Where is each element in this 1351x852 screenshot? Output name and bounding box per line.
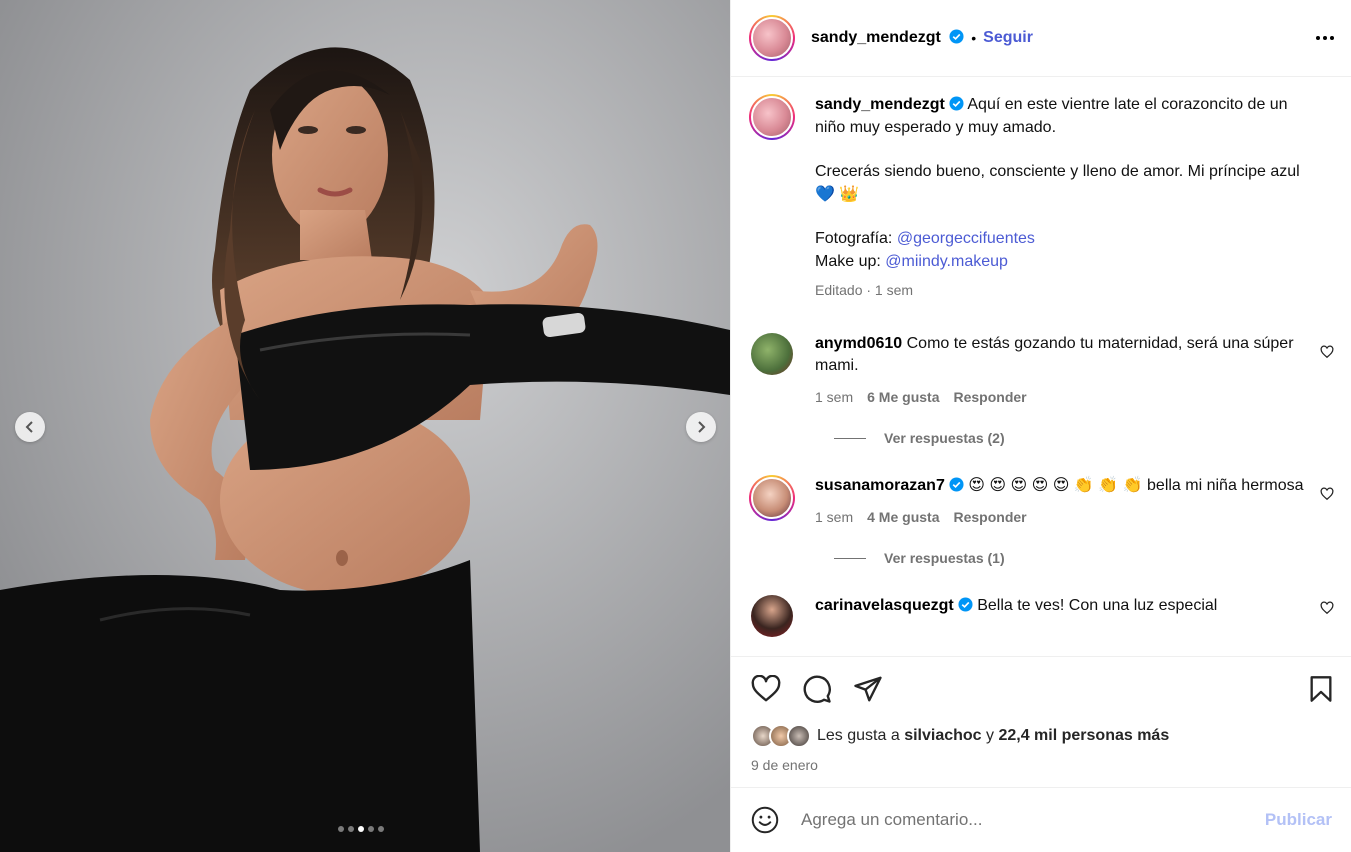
comment-likes[interactable]: 6 Me gusta	[867, 389, 939, 405]
reply-button[interactable]: Responder	[953, 509, 1026, 525]
emoji-icon[interactable]	[751, 806, 779, 834]
comment-text: Bella te ves! Con una luz especial	[977, 597, 1218, 614]
comments-list[interactable]: sandy_mendezgt Aquí en este vientre late…	[731, 78, 1351, 656]
likers-avatars	[751, 724, 811, 748]
comment-likes[interactable]: 4 Me gusta	[867, 509, 939, 525]
liker-username[interactable]: silviachoc	[904, 727, 981, 745]
verified-icon	[949, 29, 964, 44]
comment-item: susanamorazan7 😍 😍 😍 😍 😍 👏 👏 👏 bella mi …	[749, 475, 1334, 528]
publish-button[interactable]: Publicar	[1265, 810, 1332, 830]
reply-button[interactable]: Responder	[953, 389, 1026, 405]
commenter-username[interactable]: susanamorazan7	[815, 477, 945, 494]
carousel-dot-active	[358, 826, 364, 832]
comment-input[interactable]	[801, 810, 1265, 830]
caption-avatar[interactable]	[749, 94, 795, 140]
view-replies-button[interactable]: Ver respuestas (2)	[834, 430, 1334, 446]
comment-text: 😍 😍 😍 😍 😍 👏 👏 👏 bella mi niña hermosa	[968, 477, 1304, 494]
carousel-dot	[348, 826, 354, 832]
comment-meta: 1 sem 6 Me gusta Responder	[815, 388, 1027, 405]
post-modal: sandy_mendezgt • Seguir sandy_mendezgt A…	[0, 0, 1351, 852]
header-separator: •	[971, 30, 977, 46]
chevron-left-icon	[25, 421, 33, 433]
verified-icon	[958, 597, 973, 612]
comment-item: carinavelasquezgt Bella te ves! Con una …	[749, 595, 1334, 637]
add-comment-bar: Publicar	[731, 787, 1351, 852]
author-username[interactable]: sandy_mendezgt	[811, 29, 964, 47]
chevron-right-icon	[698, 421, 706, 433]
view-replies-button[interactable]: Ver respuestas (1)	[834, 550, 1334, 566]
carousel-dot	[368, 826, 374, 832]
like-comment-heart-icon[interactable]	[1320, 487, 1334, 501]
comment-icon[interactable]	[802, 674, 832, 704]
caption-text-2: Crecerás siendo bueno, consciente y llen…	[815, 163, 1300, 203]
caption-meta: Editado · 1 sem	[815, 282, 914, 298]
post-caption: sandy_mendezgt Aquí en este vientre late…	[749, 94, 1334, 302]
comment-meta: 1 sem 4 Me gusta Responder	[815, 508, 1027, 525]
save-icon[interactable]	[1308, 675, 1334, 703]
carousel-indicator	[338, 826, 384, 832]
post-side-panel: sandy_mendezgt • Seguir sandy_mendezgt A…	[730, 0, 1351, 852]
follow-button[interactable]: Seguir	[983, 29, 1033, 47]
like-comment-heart-icon[interactable]	[1320, 601, 1334, 615]
carousel-dot	[338, 826, 344, 832]
caption-username[interactable]: sandy_mendezgt	[815, 96, 945, 113]
verified-icon	[949, 96, 964, 111]
likes-summary[interactable]: Les gusta a silviachoc y 22,4 mil person…	[751, 724, 1334, 748]
post-photo	[0, 0, 730, 852]
post-media[interactable]	[0, 0, 730, 852]
next-image-button[interactable]	[686, 412, 716, 442]
commenter-avatar[interactable]	[749, 475, 795, 521]
likes-count[interactable]: 22,4 mil personas más	[998, 727, 1169, 745]
comment-item: anymd0610 Como te estás gozando tu mater…	[749, 332, 1334, 409]
like-heart-icon[interactable]	[751, 675, 781, 703]
makeup-mention[interactable]: @miindy.makeup	[885, 253, 1008, 270]
carousel-dot	[378, 826, 384, 832]
commenter-avatar[interactable]	[751, 332, 793, 375]
commenter-username[interactable]: anymd0610	[815, 335, 902, 352]
photographer-mention[interactable]: @georgeccifuentes	[897, 230, 1035, 247]
author-avatar[interactable]	[749, 15, 795, 61]
more-options-button[interactable]	[1316, 36, 1334, 40]
previous-image-button[interactable]	[15, 412, 45, 442]
commenter-username[interactable]: carinavelasquezgt	[815, 597, 954, 614]
verified-icon	[949, 477, 964, 492]
post-actions: Les gusta a silviachoc y 22,4 mil person…	[731, 656, 1351, 787]
like-comment-heart-icon[interactable]	[1320, 344, 1334, 359]
more-icon	[1316, 36, 1320, 40]
commenter-avatar[interactable]	[751, 595, 793, 637]
caption-credits: Fotografía: @georgeccifuentes Make up: @…	[815, 230, 1035, 270]
share-icon[interactable]	[853, 675, 883, 703]
post-header: sandy_mendezgt • Seguir	[731, 0, 1351, 77]
post-date: 9 de enero	[751, 757, 818, 773]
caption-text-1: sandy_mendezgt Aquí en este vientre late…	[815, 96, 1288, 136]
